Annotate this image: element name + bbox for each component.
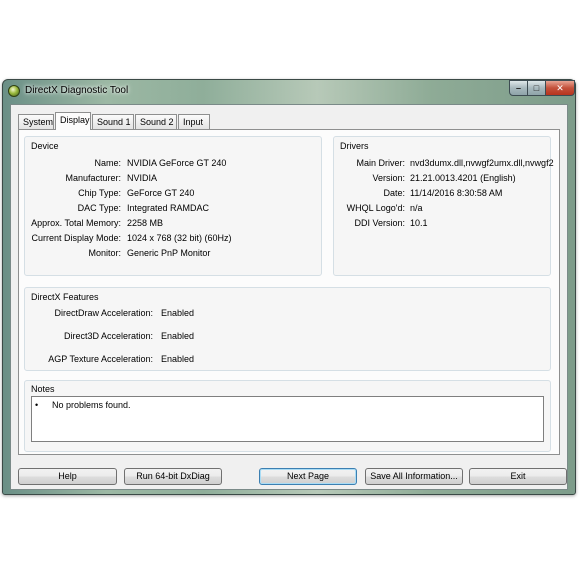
device-chip-type-value: GeForce GT 240 (127, 188, 195, 198)
driver-ddi-label: DDI Version: (354, 218, 405, 228)
directx-features-title: DirectX Features (31, 292, 99, 302)
notes-textbox[interactable]: • No problems found. (31, 396, 544, 442)
directx-features-group: DirectX Features DirectDraw Acceleration… (24, 287, 551, 371)
minimize-icon: – (515, 83, 521, 93)
device-memory-value: 2258 MB (127, 218, 164, 228)
close-button[interactable]: ✕ (545, 80, 575, 96)
driver-date-value: 11/14/2016 8:30:58 AM (410, 188, 503, 198)
tab-display[interactable]: Display (55, 112, 91, 130)
help-button[interactable]: Help (18, 468, 117, 485)
notes-text: No problems found. (52, 400, 131, 410)
notes-bullet: • (35, 400, 39, 410)
drivers-group: Drivers Main Driver: nvd3dumx.dll,nvwgf2… (333, 136, 554, 276)
direct3d-label: Direct3D Acceleration: (63, 331, 153, 341)
device-dac-type-label: DAC Type: (77, 203, 121, 213)
device-name-value: NVIDIA GeForce GT 240 (127, 158, 227, 168)
dxdiag-window: DirectX Diagnostic Tool – □ ✕ System Dis… (2, 79, 576, 495)
window-client-area: System Display Sound 1 Sound 2 Input Dev… (10, 104, 568, 490)
driver-ddi-value: 10.1 (410, 218, 428, 228)
driver-whql-value: n/a (410, 203, 423, 213)
directx-icon (8, 85, 20, 97)
device-display-mode-value: 1024 x 768 (32 bit) (60Hz) (127, 233, 232, 243)
driver-version-label: Version: (372, 173, 405, 183)
notes-title: Notes (31, 384, 55, 394)
tab-sound-1[interactable]: Sound 1 (92, 114, 134, 129)
device-monitor-label: Monitor: (88, 248, 121, 258)
agp-texture-label: AGP Texture Acceleration: (48, 354, 153, 364)
driver-version-value: 21.21.0013.4201 (English) (410, 173, 516, 183)
driver-date-label: Date: (383, 188, 405, 198)
display-tab-panel: Device Name: NVIDIA GeForce GT 240 Manuf… (18, 129, 560, 455)
driver-main-value: nvd3dumx.dll,nvwgf2umx.dll,nvwgf2 (410, 158, 554, 168)
directdraw-value: Enabled (161, 308, 195, 318)
device-memory-label: Approx. Total Memory: (31, 218, 121, 228)
minimize-button[interactable]: – (509, 80, 528, 96)
device-monitor-value: Generic PnP Monitor (127, 248, 211, 258)
device-manufacturer-value: NVIDIA (127, 173, 158, 183)
title-bar[interactable]: DirectX Diagnostic Tool – □ ✕ (3, 80, 575, 102)
tab-sound-2[interactable]: Sound 2 (135, 114, 177, 129)
run-64-bit-dxdiag-button[interactable]: Run 64-bit DxDiag (124, 468, 222, 485)
device-group-title: Device (31, 141, 59, 151)
agp-texture-value: Enabled (161, 354, 195, 364)
direct3d-value: Enabled (161, 331, 195, 341)
driver-whql-label: WHQL Logo'd: (346, 203, 405, 213)
device-name-label: Name: (94, 158, 121, 168)
notes-group: Notes • No problems found. (24, 380, 551, 452)
desktop-background: DirectX Diagnostic Tool – □ ✕ System Dis… (0, 0, 580, 580)
save-all-information-button[interactable]: Save All Information... (365, 468, 463, 485)
device-chip-type-label: Chip Type: (78, 188, 121, 198)
device-manufacturer-label: Manufacturer: (65, 173, 121, 183)
close-icon: ✕ (556, 82, 564, 93)
directdraw-label: DirectDraw Acceleration: (54, 308, 153, 318)
window-title: DirectX Diagnostic Tool (25, 85, 129, 96)
exit-button[interactable]: Exit (469, 468, 567, 485)
maximize-button[interactable]: □ (527, 80, 546, 96)
drivers-group-title: Drivers (340, 141, 369, 151)
driver-main-label: Main Driver: (356, 158, 405, 168)
device-group: Device Name: NVIDIA GeForce GT 240 Manuf… (24, 136, 322, 276)
tab-input[interactable]: Input (178, 114, 210, 129)
maximize-icon: □ (533, 83, 540, 93)
device-dac-type-value: Integrated RAMDAC (127, 203, 210, 213)
next-page-button[interactable]: Next Page (259, 468, 357, 485)
tab-system[interactable]: System (18, 114, 54, 129)
device-display-mode-label: Current Display Mode: (31, 233, 121, 243)
